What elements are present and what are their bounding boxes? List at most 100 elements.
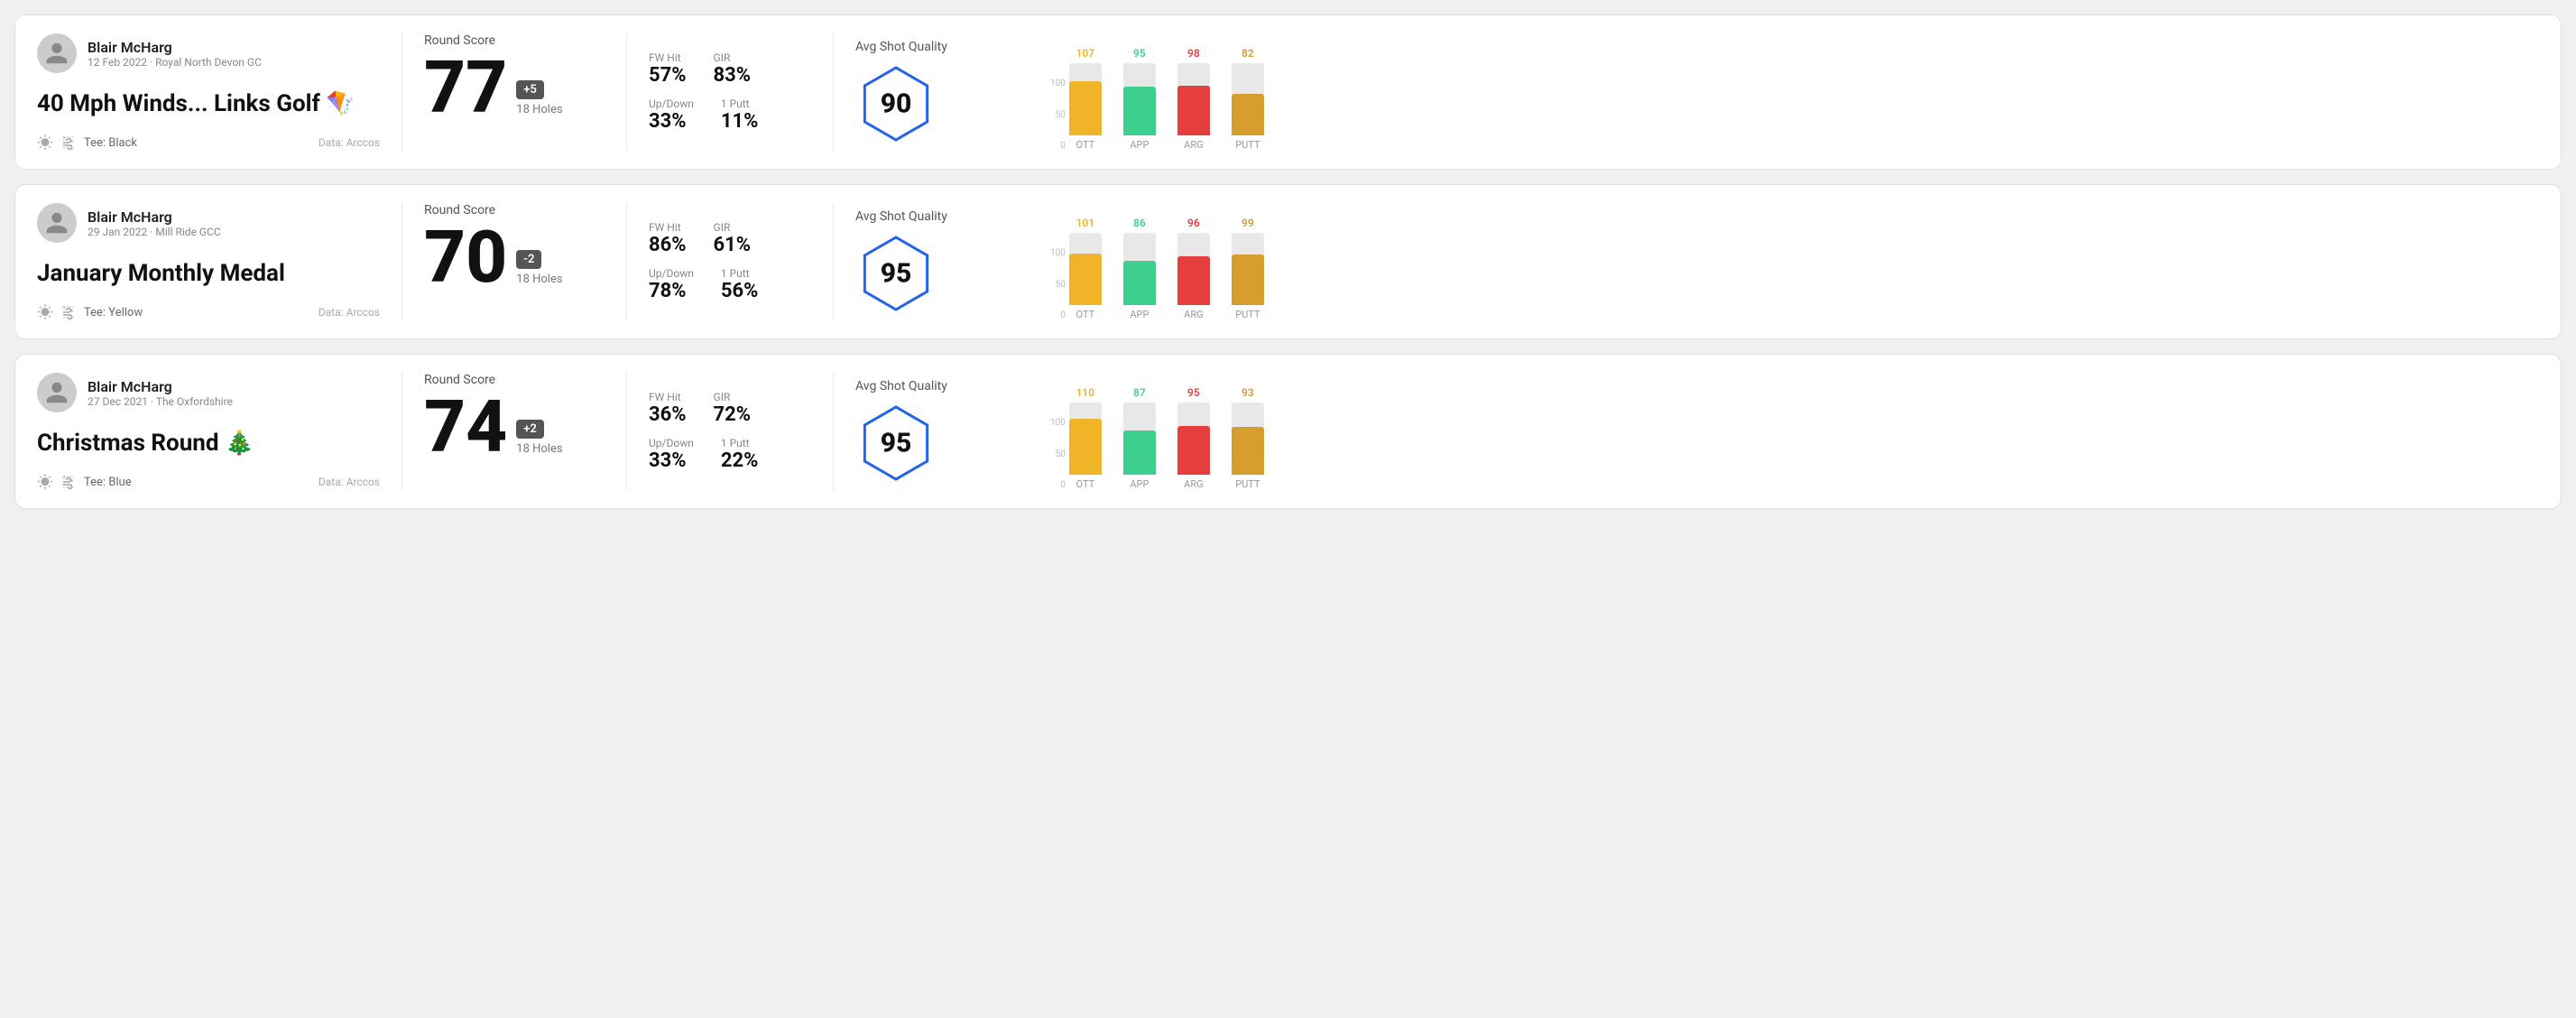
- round-left-section: Blair McHarg12 Feb 2022 · Royal North De…: [37, 33, 380, 151]
- up-down-stat: Up/Down78%: [649, 267, 694, 302]
- score-number: 70: [424, 221, 507, 293]
- hexagon: 95: [855, 233, 937, 314]
- one-putt-label: 1 Putt: [721, 437, 759, 449]
- bar-group-app: 87APP: [1123, 386, 1156, 490]
- score-badge-area: +518 Holes: [516, 80, 562, 124]
- gir-value: 61%: [714, 234, 752, 256]
- bar-chart: 101OTT 86APP 96ARG 99PUTT: [1069, 203, 1264, 320]
- score-number: 77: [424, 51, 507, 124]
- bar-bg-putt: [1232, 403, 1264, 475]
- fw-hit-value: 86%: [649, 234, 687, 256]
- one-putt-stat: 1 Putt11%: [721, 97, 759, 133]
- bar-fill-app: [1123, 430, 1156, 475]
- bar-fill-arg: [1177, 256, 1210, 305]
- bar-group-ott: 101OTT: [1069, 217, 1102, 320]
- axis-0: 0: [1060, 310, 1066, 320]
- fw-hit-label: FW Hit: [649, 51, 687, 64]
- score-badge-area: +2 18 Holes: [516, 420, 562, 463]
- bar-label-ott: OTT: [1076, 478, 1095, 490]
- wind-icon: [60, 134, 77, 151]
- hexagon-container: 95: [855, 403, 937, 484]
- quality-section: Avg Shot Quality 90: [855, 33, 1036, 151]
- tee-data: Tee: Yellow Data: Arccos: [37, 304, 380, 320]
- bar-group-ott: 110OTT: [1069, 386, 1102, 490]
- bar-label-ott: OTT: [1076, 139, 1095, 151]
- bar-label-putt: PUTT: [1235, 478, 1260, 490]
- data-source: Data: Arccos: [319, 136, 380, 149]
- fw-hit-label: FW Hit: [649, 221, 687, 234]
- bar-value-arg: 98: [1187, 47, 1200, 60]
- score-section: Round Score70-218 Holes: [424, 203, 605, 320]
- weather-icon: [37, 304, 53, 320]
- axis-50: 50: [1056, 449, 1066, 459]
- data-source: Data: Arccos: [319, 306, 380, 319]
- bar-bg-app: [1123, 403, 1156, 475]
- avatar: [37, 33, 77, 73]
- axis-100: 100: [1050, 418, 1066, 428]
- bar-group-arg: 96ARG: [1177, 217, 1210, 320]
- score-main: 74 +2 18 Holes: [424, 391, 605, 463]
- fw-hit-stat: FW Hit36%: [649, 391, 687, 426]
- player-header: Blair McHarg27 Dec 2021 · The Oxfordshir…: [37, 373, 380, 412]
- score-number: 74: [424, 391, 507, 463]
- axis-100: 100: [1050, 79, 1066, 88]
- bar-bg-ott: [1069, 233, 1102, 305]
- tee-data: Tee: Blue Data: Arccos: [37, 474, 380, 490]
- tee-label: Tee: Black: [84, 136, 137, 150]
- one-putt-value: 22%: [721, 449, 759, 472]
- gir-stat: GIR83%: [714, 51, 752, 87]
- avg-shot-quality-label: Avg Shot Quality: [855, 40, 947, 54]
- round-card: Blair McHarg29 Jan 2022 · Mill Ride GCCJ…: [14, 184, 2562, 339]
- round-card: Blair McHarg12 Feb 2022 · Royal North De…: [14, 14, 2562, 170]
- bar-fill-putt: [1232, 255, 1264, 305]
- bar-group-app: 86APP: [1123, 217, 1156, 320]
- stats-section: FW Hit57%GIR83%Up/Down33%1 Putt11%: [649, 33, 811, 151]
- score-section: Round Score77+518 Holes: [424, 33, 605, 151]
- bar-group-app: 95APP: [1123, 47, 1156, 151]
- holes-label: 18 Holes: [516, 273, 562, 286]
- one-putt-stat: 1 Putt22%: [721, 437, 759, 472]
- round-left-section: Blair McHarg27 Dec 2021 · The Oxfordshir…: [37, 373, 380, 490]
- data-source: Data: Arccos: [319, 476, 380, 488]
- shot-quality-score: 95: [881, 258, 912, 290]
- fw-hit-value: 57%: [649, 64, 687, 87]
- bar-group-putt: 82PUTT: [1232, 47, 1264, 151]
- bar-group-arg: 98ARG: [1177, 47, 1210, 151]
- bar-fill-ott: [1069, 81, 1102, 135]
- up-down-label: Up/Down: [649, 437, 694, 449]
- quality-section: Avg Shot Quality95: [855, 203, 1036, 320]
- player-info: Blair McHarg27 Dec 2021 · The Oxfordshir…: [88, 378, 233, 408]
- score-diff-badge: +2: [516, 420, 544, 439]
- gir-stat: GIR72%: [714, 391, 752, 426]
- holes-label: 18 Holes: [516, 442, 562, 456]
- bar-label-putt: PUTT: [1235, 139, 1260, 151]
- hexagon: 90: [855, 63, 937, 144]
- player-header: Blair McHarg12 Feb 2022 · Royal North De…: [37, 33, 380, 73]
- player-header: Blair McHarg29 Jan 2022 · Mill Ride GCC: [37, 203, 380, 243]
- axis-50: 50: [1056, 280, 1066, 290]
- gir-stat: GIR61%: [714, 221, 752, 256]
- axis-0: 0: [1060, 480, 1066, 490]
- bar-chart: 107OTT 95APP 98ARG 82PUTT: [1069, 33, 1264, 151]
- player-name: Blair McHarg: [88, 208, 221, 226]
- bar-group-putt: 99PUTT: [1232, 217, 1264, 320]
- player-info: Blair McHarg29 Jan 2022 · Mill Ride GCC: [88, 208, 221, 238]
- up-down-value: 78%: [649, 280, 694, 302]
- bar-value-arg: 95: [1187, 386, 1200, 399]
- up-down-label: Up/Down: [649, 97, 694, 110]
- shot-quality-score: 95: [881, 428, 912, 459]
- round-title: Christmas Round 🎄: [37, 430, 380, 457]
- up-down-value: 33%: [649, 449, 694, 472]
- score-diff-badge: -2: [516, 250, 541, 269]
- round-title: 40 Mph Winds... Links Golf 🪁: [37, 90, 380, 117]
- score-diff-badge: +5: [516, 80, 544, 99]
- bar-fill-arg: [1177, 426, 1210, 475]
- one-putt-label: 1 Putt: [721, 267, 759, 280]
- bar-fill-app: [1123, 87, 1156, 135]
- gir-label: GIR: [714, 391, 752, 403]
- bar-bg-arg: [1177, 403, 1210, 475]
- gir-label: GIR: [714, 221, 752, 234]
- bar-value-ott: 101: [1076, 217, 1095, 229]
- bar-group-ott: 107OTT: [1069, 47, 1102, 151]
- chart-section: 100 50 0 101OTT86APP96ARG99PUTT: [1036, 203, 2539, 320]
